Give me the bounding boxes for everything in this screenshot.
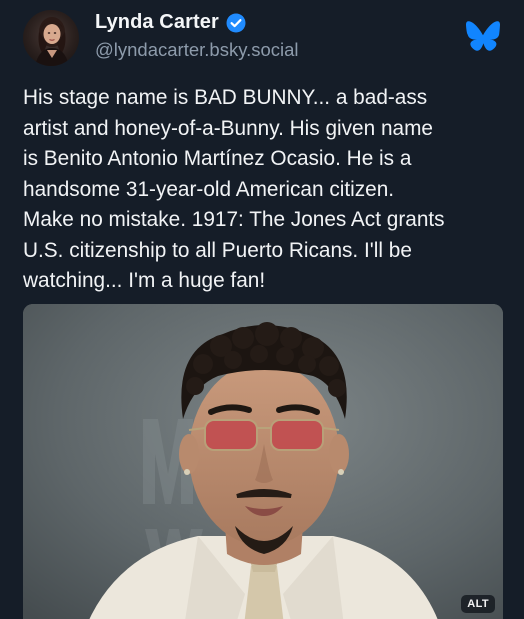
avatar-image: [35, 17, 69, 66]
author-display-name[interactable]: Lynda Carter: [95, 11, 219, 34]
verified-check-icon: [226, 13, 246, 33]
author-handle[interactable]: @lyndacarter.bsky.social: [95, 39, 299, 61]
post-photo: [23, 304, 503, 619]
author-name-row[interactable]: Lynda Carter: [95, 11, 246, 34]
alt-text-badge[interactable]: ALT: [461, 595, 495, 613]
post-card[interactable]: Lynda Carter @lyndacarter.bsky.social Hi…: [0, 0, 524, 619]
author-avatar[interactable]: [23, 10, 79, 66]
post-text: His stage name is BAD BUNNY... a bad-ass…: [23, 86, 445, 292]
post-image[interactable]: ALT: [23, 304, 503, 619]
bluesky-butterfly-icon[interactable]: [466, 21, 500, 51]
